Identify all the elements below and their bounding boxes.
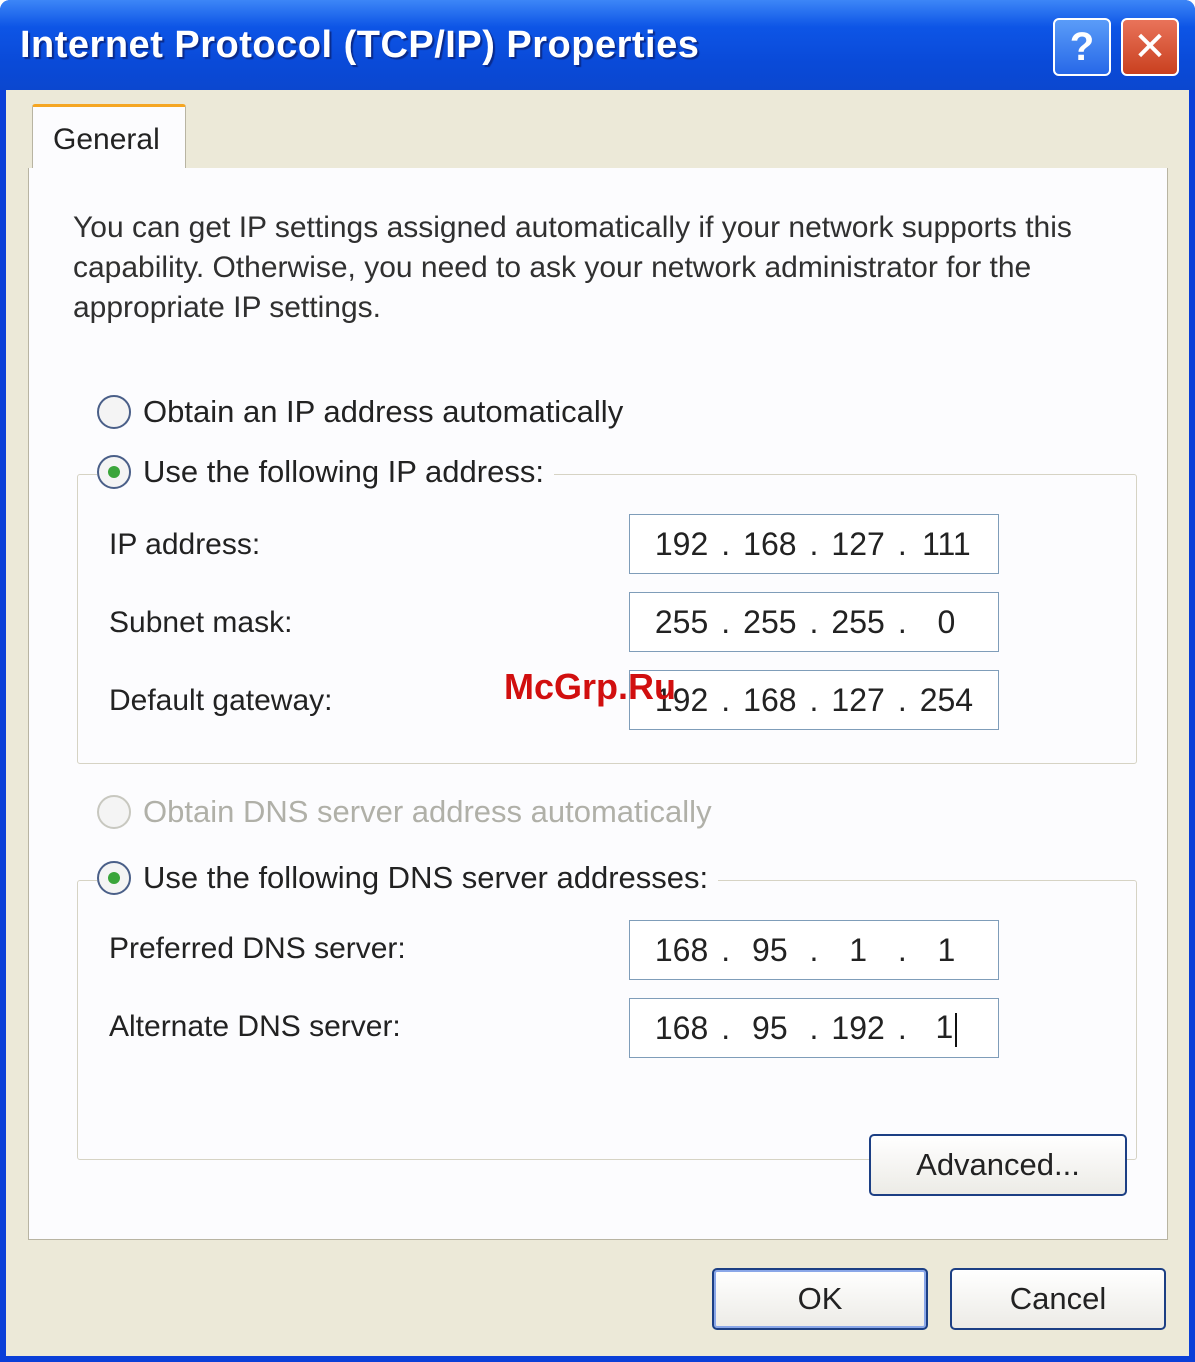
- octet: 95: [752, 1009, 788, 1046]
- octet: 168: [743, 681, 797, 718]
- octet: 255: [654, 603, 709, 640]
- radio-obtain-dns-auto: Obtain DNS server address automatically: [97, 794, 712, 830]
- octet: 95: [752, 931, 788, 968]
- dot: .: [721, 603, 731, 640]
- octet: 1: [935, 1009, 954, 1046]
- dialog-client: General You can get IP settings assigned…: [6, 90, 1189, 1356]
- subnet-mask-field[interactable]: 255. 255. 255. 0: [629, 592, 999, 652]
- subnet-mask-label: Subnet mask:: [109, 606, 293, 639]
- radio-circle: [97, 861, 131, 895]
- dot: .: [897, 931, 907, 968]
- description-text: You can get IP settings assigned automat…: [73, 211, 1072, 324]
- dot: .: [721, 525, 731, 562]
- octet: 1: [937, 931, 956, 968]
- watermark-text: McGrp.Ru: [504, 666, 677, 707]
- octet-with-cursor: 1: [916, 1009, 976, 1047]
- close-icon: ✕: [1133, 25, 1167, 69]
- dot: .: [809, 603, 819, 640]
- dot: .: [721, 931, 731, 968]
- dialog-window: Internet Protocol (TCP/IP) Properties ? …: [0, 0, 1195, 1362]
- alternate-dns-label: Alternate DNS server:: [109, 1010, 401, 1043]
- dot: .: [897, 525, 907, 562]
- preferred-dns-label: Preferred DNS server:: [109, 932, 406, 965]
- tab-general[interactable]: General: [32, 104, 186, 170]
- octet: 168: [654, 1009, 709, 1046]
- text-cursor: [955, 1012, 958, 1047]
- default-gateway-label: Default gateway:: [109, 684, 333, 717]
- preferred-dns-field[interactable]: 168. 95. 1. 1: [629, 920, 999, 980]
- radio-label: Use the following DNS server addresses:: [143, 860, 709, 895]
- octet: 192: [654, 525, 709, 562]
- default-gateway-field[interactable]: 192. 168. 127. 254: [629, 670, 999, 730]
- octet: 1: [849, 931, 868, 968]
- octet: 168: [654, 931, 709, 968]
- radio-circle: [97, 795, 131, 829]
- radio-circle: [97, 455, 131, 489]
- octet: 254: [919, 681, 974, 718]
- ip-address-field[interactable]: 192. 168. 127. 111: [629, 514, 999, 574]
- dot: .: [809, 681, 819, 718]
- octet: 192: [831, 1009, 885, 1046]
- octet: 255: [743, 603, 797, 640]
- radio-use-following-dns[interactable]: Use the following DNS server addresses:: [97, 860, 719, 896]
- dot: .: [897, 681, 907, 718]
- close-button[interactable]: ✕: [1121, 18, 1179, 76]
- dot: .: [897, 603, 907, 640]
- ok-button[interactable]: OK: [712, 1268, 928, 1330]
- ip-address-label: IP address:: [109, 528, 261, 561]
- window-title: Internet Protocol (TCP/IP) Properties: [20, 24, 700, 66]
- octet: 168: [743, 525, 797, 562]
- dot: .: [809, 1009, 819, 1046]
- dot: .: [809, 525, 819, 562]
- radio-obtain-ip-auto[interactable]: Obtain an IP address automatically: [97, 394, 623, 430]
- octet: 255: [831, 603, 885, 640]
- radio-label: Use the following IP address:: [143, 454, 544, 489]
- dot: .: [721, 681, 731, 718]
- dot: .: [897, 1009, 907, 1046]
- radio-label: Obtain DNS server address automatically: [143, 794, 712, 829]
- octet: 0: [937, 603, 956, 640]
- title-bar[interactable]: Internet Protocol (TCP/IP) Properties ? …: [0, 0, 1195, 90]
- help-button[interactable]: ?: [1053, 18, 1111, 76]
- advanced-button[interactable]: Advanced...: [869, 1134, 1127, 1196]
- help-icon: ?: [1069, 24, 1095, 69]
- octet: 111: [922, 525, 971, 562]
- dot: .: [721, 1009, 731, 1046]
- octet: 127: [831, 681, 885, 718]
- radio-circle: [97, 395, 131, 429]
- alternate-dns-field[interactable]: 168. 95. 192. 1: [629, 998, 999, 1058]
- octet: 127: [831, 525, 885, 562]
- radio-use-following-ip[interactable]: Use the following IP address:: [97, 454, 554, 490]
- dot: .: [809, 931, 819, 968]
- radio-label: Obtain an IP address automatically: [143, 394, 624, 429]
- cancel-button[interactable]: Cancel: [950, 1268, 1166, 1330]
